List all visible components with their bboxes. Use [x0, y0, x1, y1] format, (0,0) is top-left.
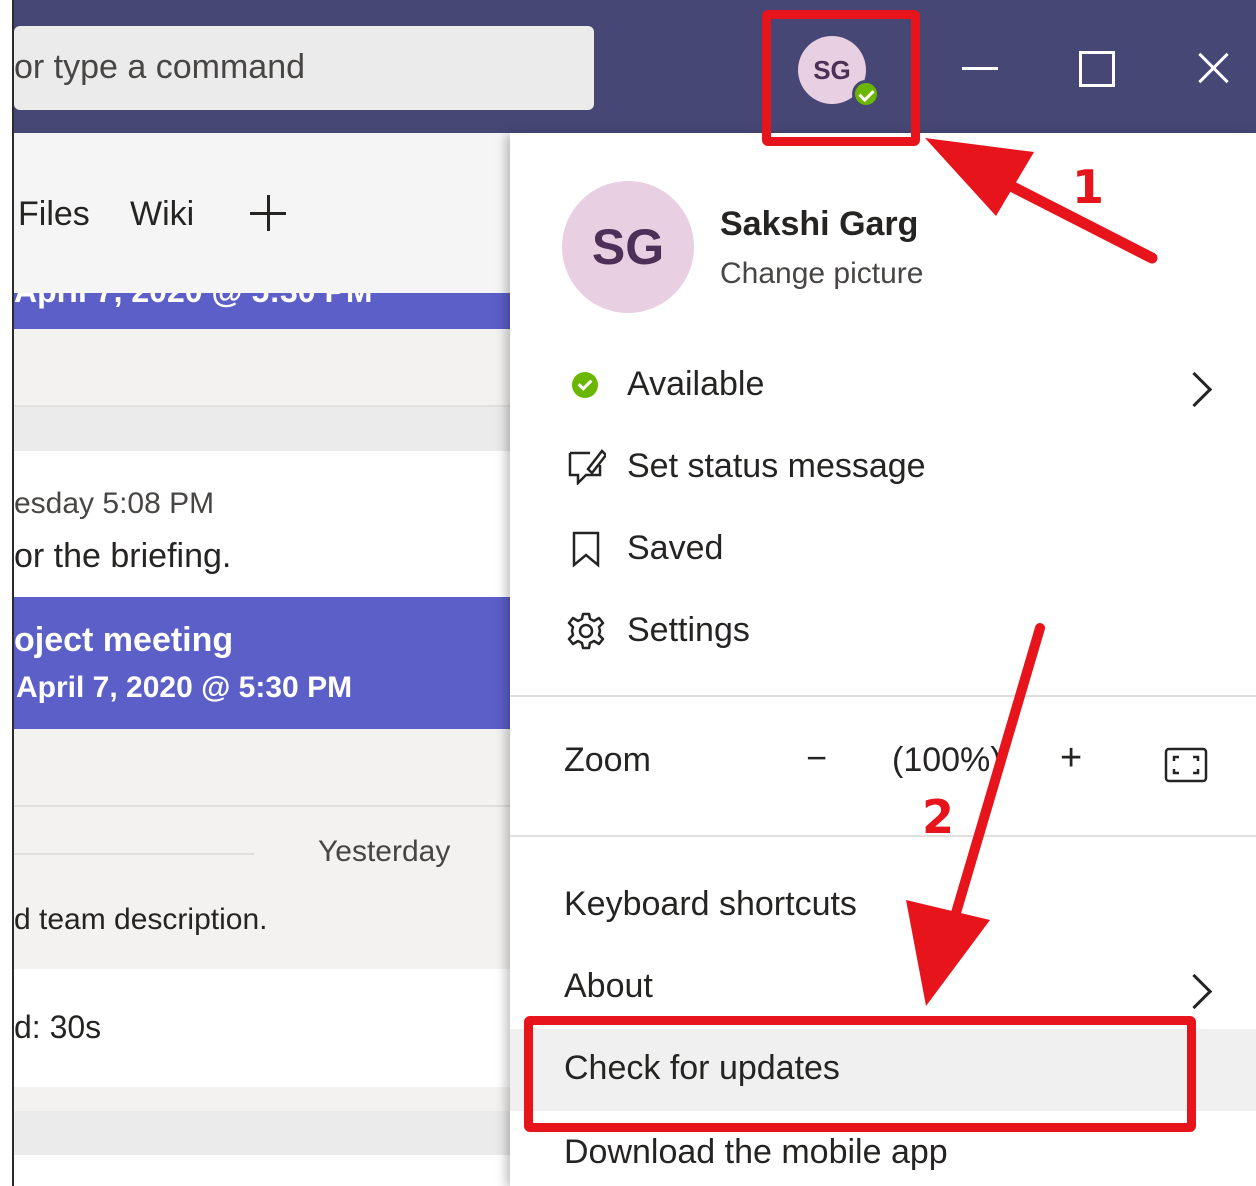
change-picture-link[interactable]: Change picture: [720, 257, 923, 291]
about-label: About: [564, 967, 653, 1005]
settings-label: Settings: [627, 611, 750, 649]
chevron-right-icon: [1176, 973, 1213, 1010]
user-name: Sakshi Garg: [720, 205, 919, 243]
meeting-title: oject meeting: [14, 621, 234, 659]
download-mobile-app-label: Download the mobile app: [564, 1133, 948, 1171]
spacer-row: [14, 1111, 510, 1155]
search-placeholder: or type a command: [14, 48, 306, 86]
message-text: or the briefing.: [14, 537, 232, 575]
settings-item[interactable]: Settings: [510, 601, 1256, 681]
call-card[interactable]: d: 30s: [14, 969, 510, 1087]
zoom-row: Zoom − (100%) +: [510, 727, 1256, 807]
chevron-right-icon: [1176, 371, 1213, 408]
status-label: Available: [627, 365, 765, 403]
message-card[interactable]: esday 5:08 PM or the briefing.: [14, 451, 510, 597]
fullscreen-icon[interactable]: [1164, 747, 1208, 783]
channel-pane: Files Wiki April 7, 2020 @ 5:30 PM esday…: [14, 133, 510, 1186]
call-duration: d: 30s: [14, 1009, 102, 1045]
zoom-in-button[interactable]: +: [1060, 737, 1082, 780]
menu-separator: [510, 695, 1256, 697]
date-divider-line: [14, 853, 254, 855]
channel-tabs: Files Wiki: [14, 133, 510, 293]
meeting-strip-text: April 7, 2020 @ 5:30 PM: [14, 293, 372, 310]
edit-message-icon: [568, 449, 606, 485]
step-2-label: 2: [922, 790, 955, 844]
meeting-strip[interactable]: April 7, 2020 @ 5:30 PM: [14, 293, 510, 329]
close-icon[interactable]: [1184, 38, 1244, 98]
meeting-datetime: April 7, 2020 @ 5:30 PM: [16, 671, 353, 704]
teams-window: or type a command SG Files Wiki April 7,…: [0, 0, 1256, 1186]
message-time: esday 5:08 PM: [14, 487, 215, 520]
date-label: Yesterday: [318, 835, 451, 868]
annotation-box-avatar: [762, 10, 920, 146]
keyboard-shortcuts-item[interactable]: Keyboard shortcuts: [510, 867, 1256, 947]
maximize-icon[interactable]: [1066, 38, 1126, 98]
saved-item[interactable]: Saved: [510, 519, 1256, 599]
spacer-row: [14, 1087, 510, 1111]
message-card[interactable]: [14, 1155, 510, 1186]
team-description-text: d team description.: [14, 903, 268, 936]
add-tab-icon[interactable]: [250, 195, 286, 231]
zoom-label: Zoom: [564, 741, 651, 779]
zoom-out-button[interactable]: −: [806, 737, 827, 779]
keyboard-shortcuts-label: Keyboard shortcuts: [564, 885, 857, 923]
spacer-row: [14, 729, 510, 807]
available-icon: [572, 372, 598, 398]
left-edge-line: [12, 0, 14, 1186]
set-status-message-item[interactable]: Set status message: [510, 437, 1256, 517]
menu-separator: [510, 835, 1256, 837]
gear-icon: [567, 612, 605, 650]
minimize-icon[interactable]: [950, 38, 1010, 98]
annotation-box-check-updates: [524, 1016, 1196, 1132]
saved-label: Saved: [627, 529, 724, 567]
status-menu-item[interactable]: Available: [510, 355, 1256, 435]
profile-avatar-large[interactable]: SG: [562, 181, 694, 313]
activity-card[interactable]: Yesterday d team description.: [14, 807, 510, 967]
bookmark-icon: [572, 531, 600, 568]
tab-wiki[interactable]: Wiki: [130, 195, 194, 234]
tab-files[interactable]: Files: [18, 195, 90, 234]
zoom-level: (100%): [892, 741, 1002, 779]
spacer-row: [14, 407, 510, 451]
search-box[interactable]: or type a command: [14, 26, 594, 110]
step-1-label: 1: [1072, 160, 1105, 214]
meeting-card-selected[interactable]: oject meeting April 7, 2020 @ 5:30 PM: [14, 597, 510, 729]
set-status-label: Set status message: [627, 447, 926, 485]
spacer-row: [14, 329, 510, 405]
